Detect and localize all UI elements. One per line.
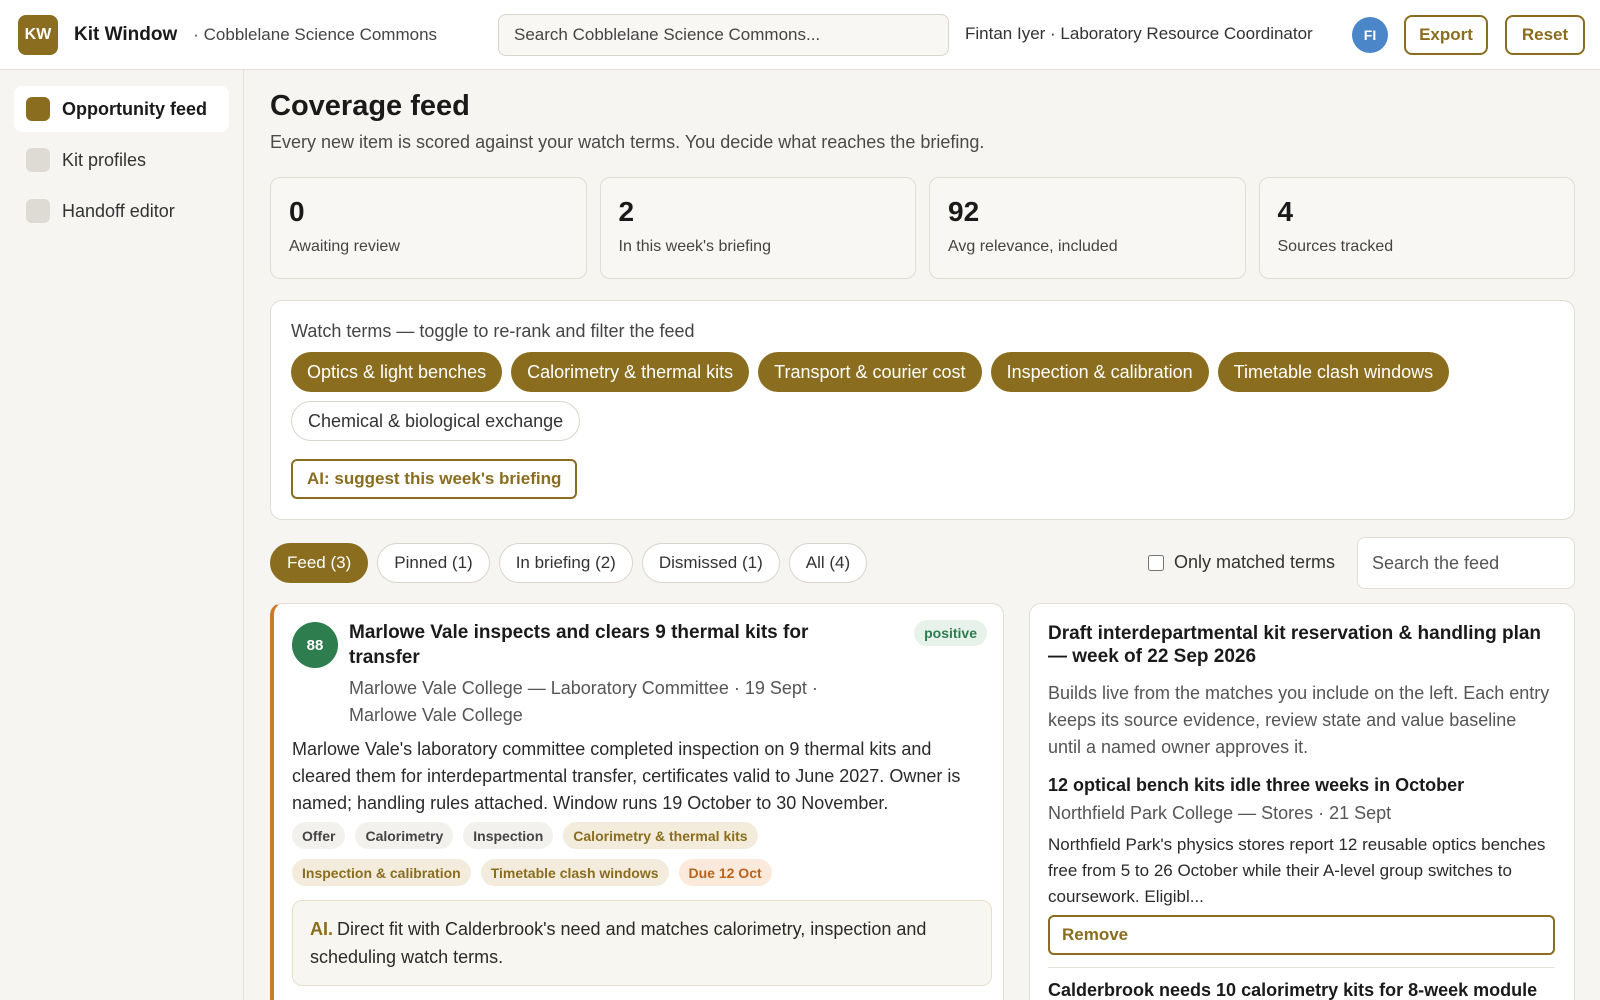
page-title: Coverage feed: [270, 90, 470, 122]
reset-button[interactable]: Reset: [1505, 15, 1585, 55]
org-name: · Cobblelane Science Commons: [193, 24, 438, 44]
briefing-item-title: Calderbrook needs 10 calorimetry kits fo…: [1048, 980, 1538, 1000]
editor-icon: [26, 199, 50, 223]
tab-feed[interactable]: Feed (3): [270, 543, 369, 583]
divider: [1048, 967, 1555, 968]
app-title: Kit Window: [74, 23, 178, 45]
tag: Inspection: [463, 822, 554, 849]
tag: Offer: [292, 822, 346, 849]
watch-term-chip[interactable]: Inspection & calibration: [990, 352, 1209, 392]
tab-in-briefing[interactable]: In briefing (2): [498, 543, 633, 583]
global-search-input[interactable]: [498, 14, 949, 56]
briefing-item-body: Northfield Park's physics stores report …: [1048, 835, 1546, 906]
stat-in-briefing: 2 In this week's briefing: [599, 177, 916, 279]
sidebar: Opportunity feed Kit profiles Handoff ed…: [0, 70, 244, 1000]
ai-note-text: Direct fit with Calderbrook's need and m…: [310, 919, 927, 967]
ai-label: AI.: [310, 919, 334, 939]
user-name: Fintan Iyer · Laboratory Resource Coordi…: [965, 24, 1313, 43]
stat-value: 4: [1277, 196, 1294, 227]
tab-dismissed[interactable]: Dismissed (1): [641, 543, 780, 583]
profiles-icon: [26, 148, 50, 172]
stat-label: Sources tracked: [1277, 238, 1394, 255]
briefing-description: Builds live from the matches you include…: [1048, 683, 1550, 757]
tag: Calorimetry: [355, 822, 454, 849]
matched-term-tag: Inspection & calibration: [292, 859, 471, 886]
feed-tabs: Feed (3) Pinned (1) In briefing (2) Dism…: [270, 543, 868, 583]
stat-avg-relevance: 92 Avg relevance, included: [929, 177, 1246, 279]
stat-label: In this week's briefing: [618, 238, 771, 255]
watch-terms-title: Watch terms — toggle to re-rank and filt…: [291, 321, 695, 341]
watch-terms-panel: Watch terms — toggle to re-rank and filt…: [270, 300, 1575, 520]
feed-card-tags: Offer Calorimetry Inspection Calorimetry…: [292, 822, 912, 886]
briefing-panel: Draft interdepartmental kit reservation …: [1029, 603, 1575, 1000]
watch-term-chip[interactable]: Optics & light benches: [291, 352, 503, 392]
app-logo: KW: [18, 14, 58, 55]
sentiment-badge: positive: [914, 620, 987, 646]
stat-awaiting-review: 0 Awaiting review: [270, 177, 587, 279]
top-bar: KW Kit Window · Cobblelane Science Commo…: [0, 0, 1600, 70]
watch-term-chip[interactable]: Timetable clash windows: [1217, 352, 1450, 392]
feed-search-input[interactable]: [1357, 537, 1575, 589]
only-matched-toggle[interactable]: Only matched terms: [1148, 552, 1335, 573]
sidebar-item-opportunity-feed[interactable]: Opportunity feed: [14, 86, 229, 132]
relevance-score-badge: 88: [292, 622, 338, 668]
sidebar-item-label: Handoff editor: [62, 200, 175, 221]
stat-label: Avg relevance, included: [948, 238, 1118, 255]
feed-card-body: Marlowe Vale's laboratory committee comp…: [292, 739, 961, 813]
tab-pinned[interactable]: Pinned (1): [377, 543, 490, 583]
sidebar-item-label: Kit profiles: [62, 149, 147, 170]
page-subtitle: Every new item is scored against your wa…: [270, 132, 985, 152]
briefing-item-meta: Northfield Park College — Stores · 21 Se…: [1048, 803, 1392, 823]
export-button[interactable]: Export: [1404, 15, 1488, 55]
ai-note: AI. Direct fit with Calderbrook's need an…: [292, 900, 992, 986]
watch-term-chips: Optics & light benches Calorimetry & the…: [291, 352, 1491, 441]
stat-label: Awaiting review: [289, 238, 400, 255]
watch-term-chip[interactable]: Transport & courier cost: [758, 352, 982, 392]
stats-row: 0 Awaiting review 2 In this week's brief…: [270, 177, 1575, 279]
sidebar-item-label: Opportunity feed: [62, 98, 207, 119]
feed-card[interactable]: 88 Marlowe Vale inspects and clears 9 th…: [270, 603, 1004, 1000]
feed-card-meta: Marlowe Vale College — Laboratory Commit…: [349, 678, 818, 725]
stat-value: 92: [948, 196, 980, 227]
matched-term-tag: Timetable clash windows: [480, 859, 669, 886]
sidebar-item-kit-profiles[interactable]: Kit profiles: [14, 137, 229, 183]
stat-sources-tracked: 4 Sources tracked: [1258, 177, 1575, 279]
briefing-item-title: 12 optical bench kits idle three weeks i…: [1048, 775, 1465, 795]
sidebar-item-handoff-editor[interactable]: Handoff editor: [14, 188, 229, 234]
remove-button[interactable]: Remove: [1048, 915, 1555, 955]
stat-value: 0: [289, 196, 305, 227]
avatar[interactable]: FI: [1352, 17, 1388, 53]
watch-term-chip[interactable]: Calorimetry & thermal kits: [511, 352, 750, 392]
feed-card-title[interactable]: Marlowe Vale inspects and clears 9 therm…: [349, 620, 869, 670]
ai-suggest-briefing-button[interactable]: AI: suggest this week's briefing: [291, 459, 578, 499]
tab-all[interactable]: All (4): [788, 543, 868, 583]
only-matched-label: Only matched terms: [1174, 552, 1336, 572]
only-matched-checkbox[interactable]: [1148, 554, 1164, 571]
feed-icon: [26, 97, 50, 121]
stat-value: 2: [618, 196, 635, 227]
due-date-tag: Due 12 Oct: [678, 859, 772, 886]
briefing-title: Draft interdepartmental kit reservation …: [1048, 623, 1542, 667]
watch-term-chip[interactable]: Chemical & biological exchange: [291, 401, 581, 441]
matched-term-tag: Calorimetry & thermal kits: [563, 822, 758, 849]
